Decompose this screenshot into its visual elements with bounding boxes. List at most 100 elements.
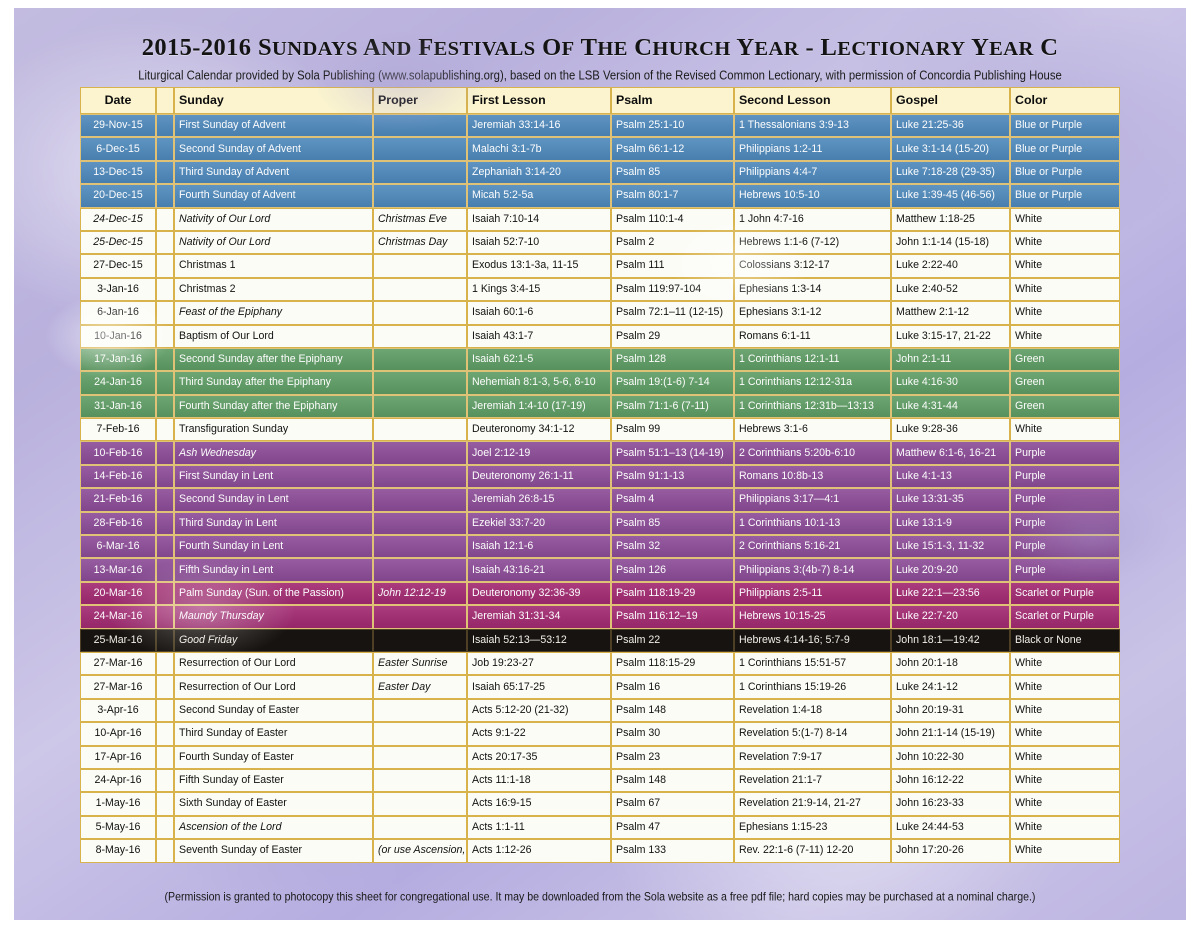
cell-color: White (1010, 230, 1120, 255)
cell-date: 24-Mar-16 (80, 605, 156, 629)
table-row[interactable]: 24-Jan-16 Third Sunday after the Epiphany… (80, 371, 1120, 395)
table-row[interactable]: 8-May-16 Seventh Sunday of Easter (or use … (80, 839, 1120, 863)
table-row[interactable]: 10-Apr-16 Third Sunday of Easter Acts 9:1-… (80, 722, 1120, 746)
cell-date: 24-Apr-16 (80, 768, 156, 793)
cell-proper (373, 418, 467, 442)
table-row[interactable]: 21-Feb-16 Second Sunday in Lent Jeremiah 2… (80, 488, 1120, 512)
cell-psalm: Psalm 51:1–13 (14-19) (611, 441, 734, 465)
cell-color: White (1010, 745, 1120, 769)
table-row[interactable]: 25-Dec-15 Nativity of Our Lord Christmas D… (80, 230, 1120, 255)
cell-proper (373, 277, 467, 302)
cell-color: White (1010, 675, 1120, 699)
cell-spacer (156, 324, 174, 348)
cell-spacer (156, 722, 174, 746)
cell-date: 20-Dec-15 (80, 184, 156, 208)
cell-psalm: Psalm 47 (611, 815, 734, 840)
cell-first-lesson: 1 Kings 3:4-15 (467, 277, 611, 302)
table-row[interactable]: 10-Feb-16 Ash Wednesday Joel 2:12-19 Psalm … (80, 441, 1120, 465)
cell-color: Purple (1010, 464, 1120, 489)
cell-gospel: John 10:22-30 (891, 745, 1010, 769)
table-row[interactable]: 6-Jan-16 Feast of the Epiphany Isaiah 60:1… (80, 301, 1120, 325)
cell-sunday: Fourth Sunday after the Epiphany (174, 394, 373, 419)
table-row[interactable]: 17-Jan-16 Second Sunday after the Epiphan… (80, 347, 1120, 372)
cell-color: Blue or Purple (1010, 114, 1120, 138)
cell-gospel: John 17:20-26 (891, 839, 1010, 863)
cell-first-lesson: Deuteronomy 32:36-39 (467, 581, 611, 606)
cell-gospel: John 21:1-14 (15-19) (891, 722, 1010, 746)
table-row[interactable]: 13-Mar-16 Fifth Sunday in Lent Isaiah 43:1… (80, 558, 1120, 582)
cell-first-lesson: Nehemiah 8:1-3, 5-6, 8-10 (467, 371, 611, 395)
cell-sunday: Third Sunday of Easter (174, 722, 373, 746)
cell-psalm: Psalm 25:1-10 (611, 114, 734, 138)
table-row[interactable]: 20-Dec-15 Fourth Sunday of Advent Micah 5:… (80, 184, 1120, 208)
cell-second-lesson: Ephesians 1:3-14 (734, 277, 891, 302)
table-row[interactable]: 24-Dec-15 Nativity of Our Lord Christmas E… (80, 207, 1120, 231)
cell-gospel: Matthew 1:18-25 (891, 207, 1010, 231)
table-row[interactable]: 6-Mar-16 Fourth Sunday in Lent Isaiah 12:1… (80, 535, 1120, 559)
table-header: Date Sunday Proper First Lesson Psalm Se… (80, 87, 1120, 114)
cell-gospel: John 16:23-33 (891, 792, 1010, 816)
cell-sunday: Feast of the Epiphany (174, 301, 373, 325)
table-row[interactable]: 25-Mar-16 Good Friday Isaiah 52:13—53:12 Ps… (80, 628, 1120, 652)
cell-color: White (1010, 418, 1120, 442)
cell-psalm: Psalm 2 (611, 230, 734, 255)
cell-first-lesson: Jeremiah 33:14-16 (467, 114, 611, 138)
cell-proper (373, 137, 467, 161)
table-row[interactable]: 5-May-16 Ascension of the Lord Acts 1:1-11… (80, 815, 1120, 840)
table-row[interactable]: 1-May-16 Sixth Sunday of Easter Acts 16:9-… (80, 792, 1120, 816)
table-row[interactable]: 27-Mar-16 Resurrection of Our Lord Easter … (80, 675, 1120, 699)
table-row[interactable]: 7-Feb-16 Transfiguration Sunday Deuteronom… (80, 418, 1120, 442)
table-row[interactable]: 14-Feb-16 First Sunday in Lent Deuteronomy… (80, 464, 1120, 489)
table-row[interactable]: 20-Mar-16 Palm Sunday (Sun. of the Passio… (80, 581, 1120, 606)
cell-color: White (1010, 768, 1120, 793)
table-row[interactable]: 10-Jan-16 Baptism of Our Lord Isaiah 43:1-… (80, 324, 1120, 348)
cell-second-lesson: Hebrews 3:1-6 (734, 418, 891, 442)
cell-proper: Easter Sunrise (373, 651, 467, 676)
cell-second-lesson: 1 John 4:7-16 (734, 207, 891, 231)
cell-psalm: Psalm 32 (611, 535, 734, 559)
cell-spacer (156, 441, 174, 465)
cell-proper: Easter Day (373, 675, 467, 699)
cell-color: Black or None (1010, 628, 1120, 652)
cell-second-lesson: Hebrews 10:15-25 (734, 605, 891, 629)
cell-second-lesson: 1 Corinthians 15:19-26 (734, 675, 891, 699)
table-row[interactable]: 27-Mar-16 Resurrection of Our Lord Easter … (80, 651, 1120, 676)
cell-sunday: Ash Wednesday (174, 441, 373, 465)
table-row[interactable]: 27-Dec-15 Christmas 1 Exodus 13:1-3a, 11-1… (80, 254, 1120, 278)
table-row[interactable]: 3-Apr-16 Second Sunday of Easter Acts 5:12… (80, 698, 1120, 723)
cell-color: White (1010, 722, 1120, 746)
cell-color: White (1010, 254, 1120, 278)
cell-gospel: Luke 24:1-12 (891, 675, 1010, 699)
cell-spacer (156, 698, 174, 723)
cell-second-lesson: Rev. 22:1-6 (7-11) 12-20 (734, 839, 891, 863)
table-row[interactable]: 31-Jan-16 Fourth Sunday after the Epiphan… (80, 394, 1120, 419)
cell-psalm: Psalm 148 (611, 768, 734, 793)
table-row[interactable]: 13-Dec-15 Third Sunday of Advent Zephaniah… (80, 160, 1120, 185)
cell-spacer (156, 371, 174, 395)
lectionary-table-container: Date Sunday Proper First Lesson Psalm Se… (80, 87, 1120, 863)
table-row[interactable]: 17-Apr-16 Fourth Sunday of Easter Acts 20:… (80, 745, 1120, 769)
table-row[interactable]: 24-Apr-16 Fifth Sunday of Easter Acts 11:1… (80, 768, 1120, 793)
cell-date: 27-Dec-15 (80, 254, 156, 278)
cell-second-lesson: Colossians 3:12-17 (734, 254, 891, 278)
cell-first-lesson: Job 19:23-27 (467, 651, 611, 676)
cell-spacer (156, 651, 174, 676)
cell-spacer (156, 137, 174, 161)
table-row[interactable]: 6-Dec-15 Second Sunday of Advent Malachi 3… (80, 137, 1120, 161)
cell-first-lesson: Acts 16:9-15 (467, 792, 611, 816)
cell-psalm: Psalm 116:12–19 (611, 605, 734, 629)
table-row[interactable]: 28-Feb-16 Third Sunday in Lent Ezekiel 33:… (80, 511, 1120, 536)
table-row[interactable]: 3-Jan-16 Christmas 2 1 Kings 3:4-15 Psalm 1… (80, 277, 1120, 302)
cell-first-lesson: Jeremiah 31:31-34 (467, 605, 611, 629)
table-row[interactable]: 29-Nov-15 First Sunday of Advent Jeremiah … (80, 114, 1120, 138)
cell-date: 3-Jan-16 (80, 277, 156, 302)
cell-date: 7-Feb-16 (80, 418, 156, 442)
cell-spacer (156, 464, 174, 489)
cell-proper (373, 184, 467, 208)
table-row[interactable]: 24-Mar-16 Maundy Thursday Jeremiah 31:31-3… (80, 605, 1120, 629)
cell-sunday: Fourth Sunday of Advent (174, 184, 373, 208)
cell-gospel: Luke 13:1-9 (891, 511, 1010, 536)
cell-color: Purple (1010, 511, 1120, 536)
cell-first-lesson: Jeremiah 1:4-10 (17-19) (467, 394, 611, 419)
cell-sunday: Fourth Sunday of Easter (174, 745, 373, 769)
